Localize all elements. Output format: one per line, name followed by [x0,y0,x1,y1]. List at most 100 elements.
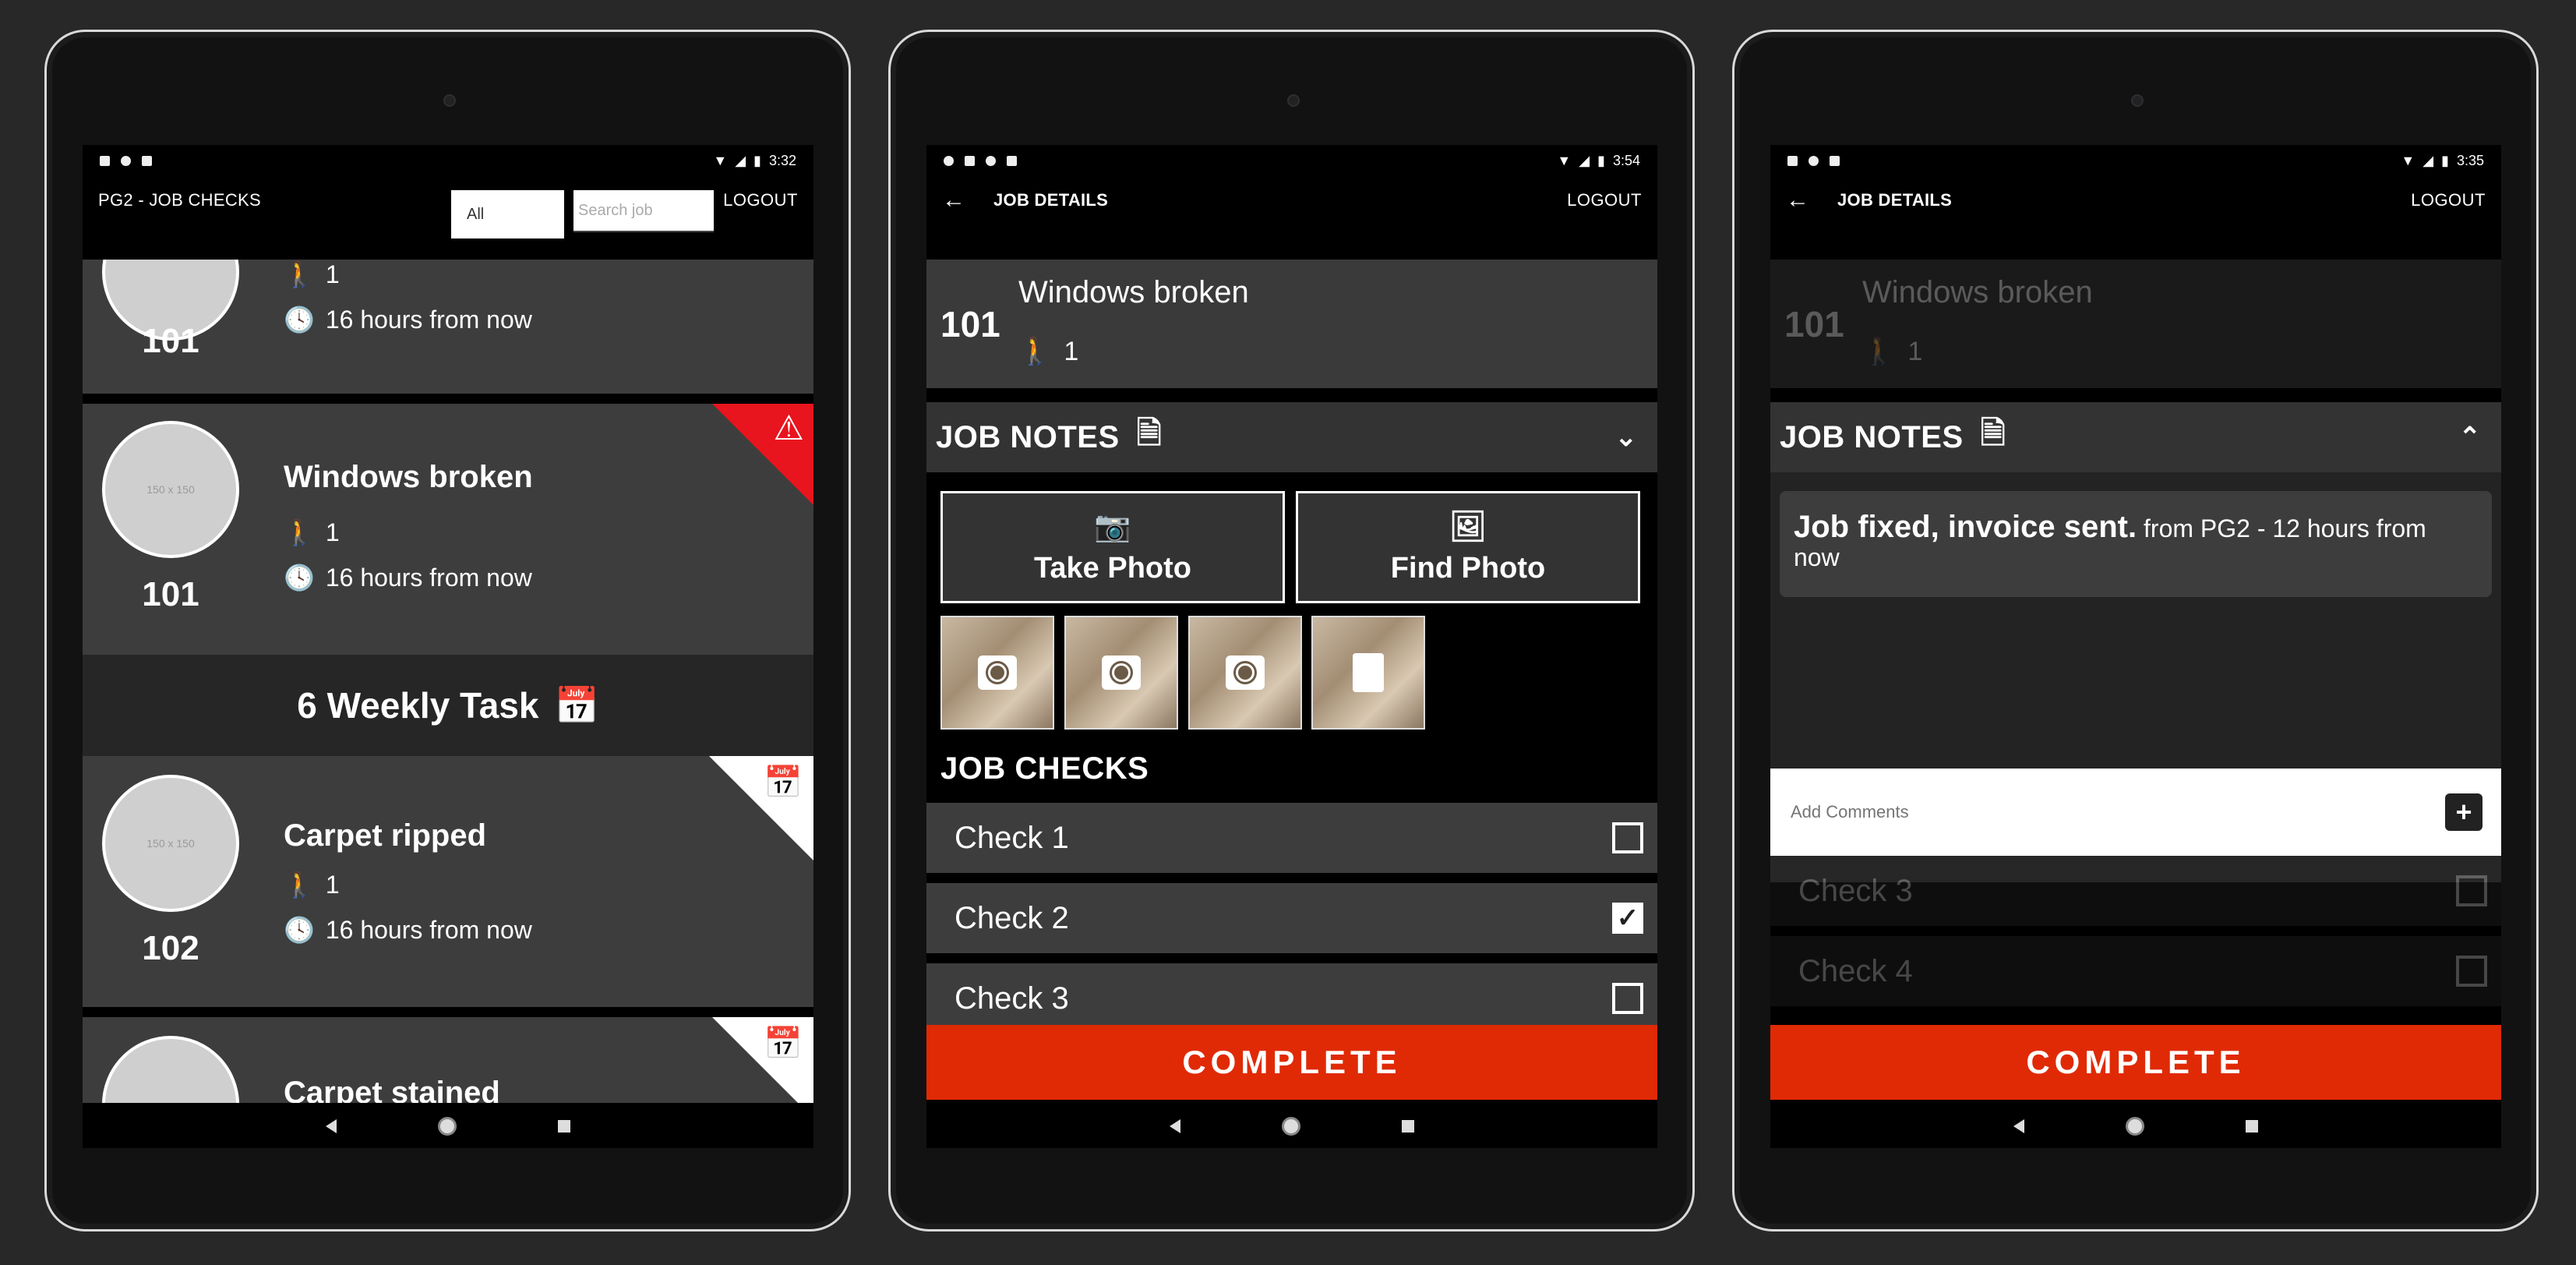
job-card[interactable]: 101 🚶 1 🕓 16 hours from now [83,260,813,394]
nav-back-icon[interactable] [1170,1118,1180,1133]
complete-button[interactable]: COMPLETE [926,1025,1657,1100]
settings-icon [944,155,954,166]
check-checkbox[interactable] [1612,983,1643,1014]
add-note-icon[interactable]: 🗎 [1981,411,2006,464]
job-people: 🚶 1 [284,518,340,547]
nav-home-icon[interactable] [2126,1116,2144,1136]
notification-icon [1007,155,1017,166]
status-time: 3:54 [1612,152,1640,168]
job-due: 🕓 16 hours from now [284,305,532,334]
person-icon: 🚶 [1862,337,1896,366]
notification-icon [1808,155,1819,166]
wifi-icon: ▼ [2401,152,2415,168]
check-item[interactable]: Check 2 ✓ [926,883,1657,953]
nav-back-icon[interactable] [2013,1118,2024,1133]
check-item[interactable]: Check 4 [1770,936,2501,1006]
nav-recents-icon[interactable] [558,1119,570,1132]
job-checks-title: JOB CHECKS [940,751,1149,786]
status-time: 3:32 [768,152,796,168]
photo-thumbnail[interactable] [1064,616,1178,730]
check-checkbox[interactable] [2456,956,2487,987]
job-card[interactable]: 📅 Carpet stained [83,1017,813,1103]
screen-job-list: ▼ ◢ ▮ 3:32 PG2 - JOB CHECKS LOGOUT All Sear… [83,145,813,1148]
system-nav-bar [926,1104,1657,1148]
job-due: 🕓 16 hours from now [284,915,532,945]
logout-button[interactable]: LOGOUT [723,190,798,210]
tablet-job-notes: ▼ ◢ ▮ 3:35 ← JOB DETAILS LOGOUT 101 Windows… [1732,30,2539,1231]
job-number: 101 [142,575,199,613]
add-comment-icon[interactable]: + [2445,793,2482,831]
job-number: 102 [142,929,199,967]
job-card[interactable]: ⚠ 150 x 150 101 Windows broken 🚶 1 🕓 16 ho… [83,404,813,655]
photo-thumbnail[interactable] [1188,616,1302,730]
notification-icon [1787,155,1798,166]
signal-icon: ◢ [735,152,746,168]
front-camera [443,94,456,107]
nav-home-icon[interactable] [438,1116,457,1136]
nav-recents-icon[interactable] [1402,1119,1414,1132]
nav-back-icon[interactable] [326,1118,337,1133]
tablet-job-list: ▼ ◢ ▮ 3:32 PG2 - JOB CHECKS LOGOUT All Sear… [44,30,851,1231]
job-card[interactable]: 📅 150 x 150 102 Carpet ripped 🚶 1 🕓 16 hou… [83,756,813,1007]
person-icon: 🚶 [1018,337,1052,366]
chevron-up-icon[interactable]: ⌃ [2459,422,2482,453]
logout-button[interactable]: LOGOUT [2411,190,2486,210]
logout-button[interactable]: LOGOUT [1567,190,1642,210]
notification-icons [100,155,152,166]
system-nav-bar [83,1104,813,1148]
job-notes-toggle[interactable]: JOB NOTES 🗎 ⌄ [926,402,1657,472]
person-icon: 🚶 [284,871,315,899]
check-item[interactable]: Check 3 [926,963,1657,1034]
check-checkbox[interactable] [1612,822,1643,853]
nav-recents-icon[interactable] [2246,1119,2258,1132]
job-notes-title: JOB NOTES [1780,419,1964,454]
status-bar: ▼ ◢ ▮ 3:54 [926,145,1657,176]
status-bar: ▼ ◢ ▮ 3:35 [1770,145,2501,176]
take-photo-button[interactable]: 📷 Take Photo [940,491,1285,603]
find-photo-button[interactable]: 🖼 Find Photo [1296,491,1640,603]
job-notes-title: JOB NOTES [936,419,1120,454]
job-people: 🚶 1 [284,260,340,289]
calendar-icon: 📅 [764,765,803,800]
filter-select[interactable]: All [451,190,564,239]
chevron-down-icon[interactable]: ⌄ [1615,422,1638,453]
back-arrow-icon[interactable]: ← [1786,189,1809,212]
person-icon: 🚶 [284,260,315,288]
front-camera [1286,94,1300,107]
job-people: 🚶 1 [284,870,340,899]
notification-icon [100,155,110,166]
wifi-icon: ▼ [1557,152,1572,168]
calendar-icon: 📅 [764,1026,803,1061]
check-checkbox[interactable] [2456,875,2487,906]
page-title: PG2 - JOB CHECKS [98,190,261,210]
document-icon [1353,653,1384,692]
photo-thumbnail[interactable] [940,616,1054,730]
add-note-icon[interactable]: 🗎 [1137,411,1162,464]
back-arrow-icon[interactable]: ← [942,189,965,212]
check-label: Check 3 [1798,873,1913,908]
job-people: 🚶 1 [1862,336,1923,367]
app-bar: ← JOB DETAILS LOGOUT [926,176,1657,224]
document-thumbnail[interactable] [1311,616,1425,730]
camera-icon [978,655,1017,690]
camera-icon [1102,655,1141,690]
check-checkbox[interactable]: ✓ [1612,903,1643,934]
job-number: 101 [1784,304,1844,345]
nav-home-icon[interactable] [1282,1116,1300,1136]
job-notes-toggle[interactable]: JOB NOTES 🗎 ⌃ [1770,402,2501,472]
wifi-icon: ▼ [713,152,728,168]
add-comment-input[interactable] [1789,801,2445,823]
check-item[interactable]: Check 1 [926,803,1657,873]
check-item[interactable]: Check 3 [1770,856,2501,926]
page-title: JOB DETAILS [1837,190,1953,210]
job-avatar: 150 x 150 [102,421,239,558]
complete-button[interactable]: COMPLETE [1770,1025,2501,1100]
search-input[interactable]: Search job [573,190,714,232]
app-bar: ← JOB DETAILS LOGOUT [1770,176,2501,224]
clock-icon: 🕓 [284,564,315,592]
warning-icon: ⚠ [773,409,804,447]
job-number: 101 [940,304,1000,345]
section-header: 6 Weekly Task 📅 [83,655,813,756]
job-avatar [102,1036,239,1103]
notification-icons [944,155,1017,166]
